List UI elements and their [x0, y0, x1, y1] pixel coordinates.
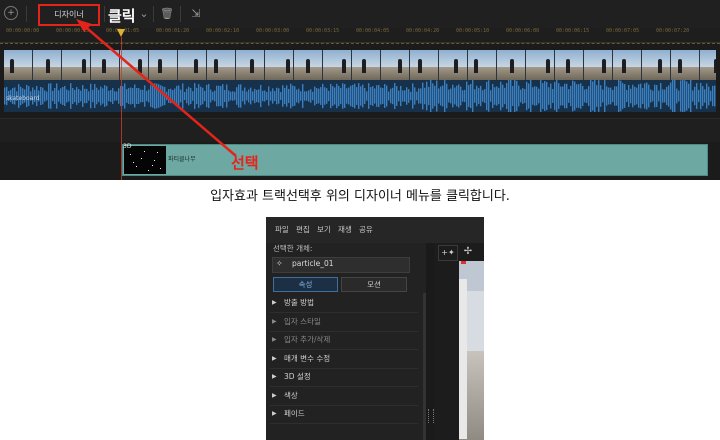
menu-play[interactable]: 재생 [338, 225, 352, 235]
section-label: 색상 [284, 390, 298, 400]
section-row[interactable]: ▶ 페이드 [270, 405, 418, 424]
selected-object-label: 선택한 개체: [273, 244, 313, 253]
section-label: 3D 설정 [284, 372, 311, 381]
preview-viewport[interactable] [459, 261, 484, 440]
tab-motion[interactable]: 모션 [341, 277, 407, 292]
expand-arrow-icon[interactable]: ▶ [272, 298, 277, 307]
expand-arrow-icon[interactable]: ▶ [272, 372, 277, 381]
section-label: 페이드 [284, 409, 305, 418]
instruction-caption: 입자효과 트랙선택후 위의 디자이너 메뉴를 클릭합니다. [210, 189, 510, 204]
timeline-panel: + 디자이너 ⌄ 🗑 ⇲ 클릭 00:00:00:00 00:00:00:15 00… [0, 0, 720, 180]
menu-share[interactable]: 공유 [359, 225, 373, 235]
expand-arrow-icon[interactable]: ▶ [272, 335, 277, 344]
section-row[interactable]: ▶ 방출 방법 [270, 294, 418, 313]
section-row[interactable]: ▶ 3D 설정 [270, 368, 418, 387]
move-tool-icon[interactable]: ✢ [459, 245, 477, 259]
section-label: 입자 스타일 [284, 316, 321, 326]
selected-object-value: particle_01 [292, 259, 334, 268]
menu-file[interactable]: 파일 [275, 225, 289, 235]
particle-designer-window: 파일 편집 보기 재생 공유 선택한 개체: ✧ particle_01 속성 … [266, 217, 484, 440]
menu-bar: 파일 편집 보기 재생 공유 [266, 217, 484, 244]
menu-view[interactable]: 보기 [317, 225, 331, 235]
annotation-arrow [76, 19, 237, 157]
preview-pillar [459, 279, 467, 439]
expand-arrow-icon[interactable]: ▶ [272, 354, 277, 363]
particle-emitter-icon: ✧ [276, 259, 283, 268]
expand-arrow-icon[interactable]: ▶ [272, 391, 277, 400]
preview-marker [461, 261, 466, 264]
menu-edit[interactable]: 편집 [296, 225, 310, 235]
section-row[interactable]: ▶ 입자 추가/삭제 [270, 331, 418, 350]
section-row[interactable]: ▶ 입자 스타일 [270, 313, 418, 332]
expand-arrow-icon[interactable]: ▶ [272, 409, 277, 418]
expand-arrow-icon[interactable]: ▶ [272, 317, 277, 326]
section-label: 방출 방법 [284, 298, 314, 307]
section-row[interactable]: ▶ 매개 변수 수정 [270, 350, 418, 369]
tab-properties[interactable]: 속성 [273, 277, 338, 292]
emitter-tool-icon[interactable]: +✦ [438, 245, 458, 261]
section-label: 매개 변수 수정 [284, 353, 331, 363]
section-label: 입자 추가/삭제 [284, 335, 331, 344]
section-row[interactable]: ▶ 색상 [270, 387, 418, 406]
